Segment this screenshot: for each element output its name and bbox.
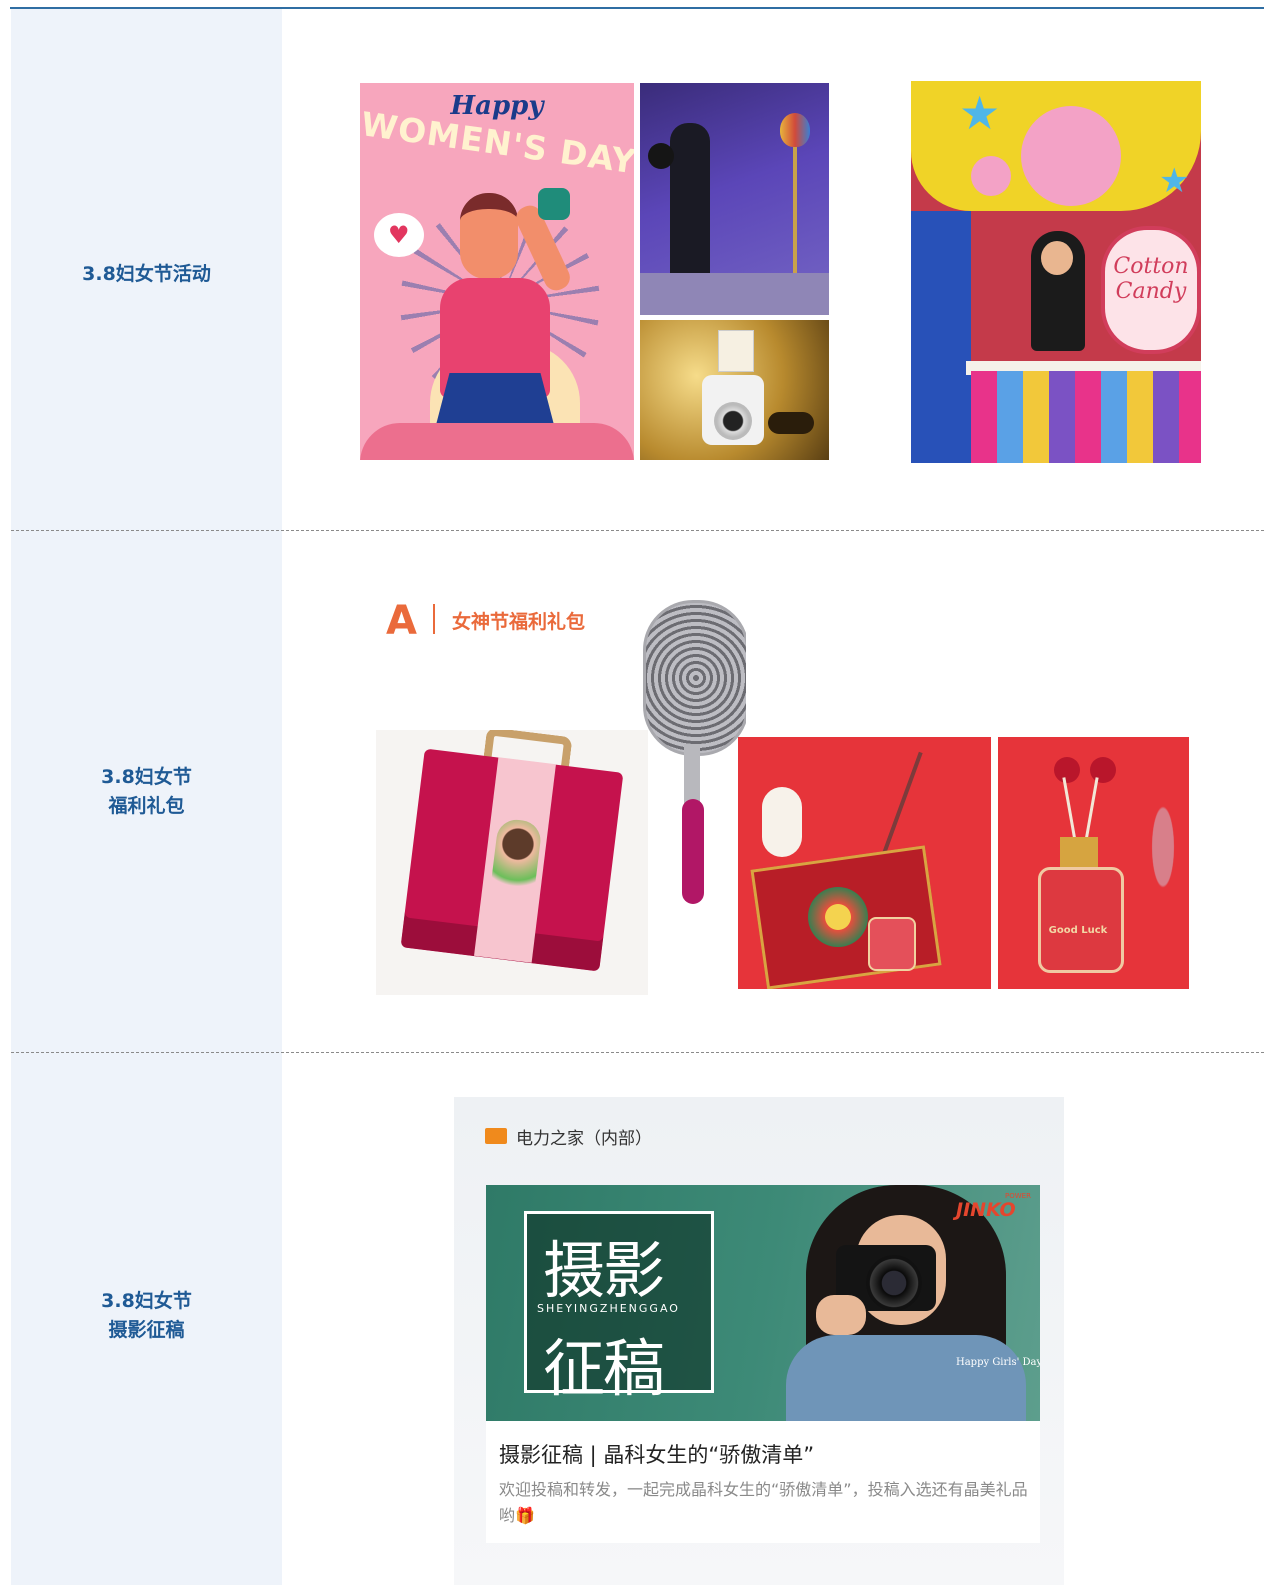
row-label-gift: 3.8妇女节 福利礼包 bbox=[11, 763, 282, 821]
hairbrush-image bbox=[640, 594, 746, 910]
row-label-text: 3.8妇女节 bbox=[101, 766, 192, 788]
gift-header-letter: A bbox=[386, 598, 417, 644]
sunglasses bbox=[768, 412, 814, 434]
flower-pattern bbox=[808, 887, 868, 947]
photographer-hand bbox=[816, 1295, 866, 1335]
bottle-label-text: Good Luck bbox=[1048, 925, 1108, 936]
row-divider bbox=[11, 1052, 1264, 1053]
gift-header-title: 女神节福利礼包 bbox=[452, 611, 586, 633]
brush-handle bbox=[682, 799, 704, 904]
gift-bag-image bbox=[376, 730, 648, 995]
row-divider bbox=[11, 530, 1264, 531]
pompom bbox=[1054, 757, 1080, 783]
pompom bbox=[1090, 757, 1116, 783]
denim-shirt bbox=[786, 1335, 1026, 1421]
row-label-text: 摄影征稿 bbox=[108, 1319, 185, 1341]
star-icon: ★ bbox=[959, 86, 1001, 140]
instant-print bbox=[718, 330, 754, 372]
candy-cloud bbox=[1021, 106, 1121, 206]
sign-text: Cotton Candy bbox=[1113, 254, 1189, 304]
brush-neck bbox=[684, 744, 700, 804]
article-description: 欢迎投稿和转发，一起完成晶科女生的“骄傲清单”，投稿入选还有晶美礼品哟🎁 bbox=[499, 1477, 1029, 1529]
cover-title-line1: 摄影 bbox=[543, 1234, 665, 1307]
row-label-text: 福利礼包 bbox=[108, 795, 185, 817]
gift-box-photo bbox=[738, 737, 991, 989]
cover-title-box: 摄影 SHEYINGZHENGGAO 征稿 bbox=[524, 1211, 714, 1405]
gift-icon: 🎁 bbox=[515, 1506, 535, 1525]
reed-stick bbox=[1084, 777, 1099, 842]
article-cover-image: 摄影 SHEYINGZHENGGAO 征稿 POWER JINKO Happy … bbox=[486, 1185, 1040, 1421]
article-description-text: 欢迎投稿和转发，一起完成晶科女生的“骄傲清单”，投稿入选还有晶美礼品哟 bbox=[499, 1480, 1028, 1525]
row-label-activity: 3.8妇女节活动 bbox=[11, 260, 282, 289]
cover-pinyin: SHEYINGZHENGGAO bbox=[537, 1302, 680, 1315]
cover-title-line2: 征稿 bbox=[543, 1332, 665, 1405]
camera-lens bbox=[714, 402, 752, 440]
article-title[interactable]: 摄影征稿 | 晶科女生的“骄傲清单” bbox=[499, 1439, 814, 1469]
punching-bag bbox=[780, 113, 810, 147]
brand-logo: JINKO bbox=[956, 1199, 1016, 1221]
row-label-text: 3.8妇女节 bbox=[101, 1290, 192, 1312]
gift-header-separator bbox=[433, 604, 435, 634]
diffuser-bottle bbox=[1038, 867, 1124, 973]
cover-caption: Happy Girls' Day bbox=[956, 1357, 1040, 1368]
fragrance-bottle bbox=[868, 917, 916, 971]
floor bbox=[640, 273, 829, 315]
womens-day-poster-image: Happy WOMEN'S DAY ♥ bbox=[360, 83, 634, 460]
reed-stick bbox=[1062, 777, 1077, 842]
boxing-glove bbox=[648, 143, 674, 169]
app-name: 电力之家（内部） bbox=[516, 1129, 652, 1149]
booth-person-face bbox=[1041, 241, 1073, 275]
boxing-photo bbox=[640, 83, 829, 315]
star-icon: ★ bbox=[1159, 161, 1190, 201]
lens-icon bbox=[866, 1255, 922, 1311]
cotton-candy-sign: Cotton Candy bbox=[1101, 226, 1201, 354]
article-info: 摄影征稿 | 晶科女生的“骄傲清单” 欢迎投稿和转发，一起完成晶科女生的“骄傲清… bbox=[486, 1421, 1040, 1543]
booth-wall bbox=[911, 211, 971, 463]
eucalyptus-leaves bbox=[1138, 757, 1188, 937]
bunny-figure bbox=[762, 787, 802, 857]
instant-camera-photo bbox=[640, 320, 829, 460]
hero-head bbox=[460, 193, 518, 279]
brush-head bbox=[643, 600, 746, 756]
poster-ground bbox=[360, 423, 634, 460]
app-logo-icon bbox=[485, 1128, 507, 1144]
heart-icon: ♥ bbox=[388, 221, 410, 249]
fragrance-diffuser-photo: Good Luck bbox=[998, 737, 1189, 989]
row-label-photo: 3.8妇女节 摄影征稿 bbox=[11, 1287, 282, 1345]
candy-counter bbox=[971, 371, 1201, 463]
row-label-text: 3.8妇女节活动 bbox=[82, 263, 211, 285]
hero-fist bbox=[538, 188, 570, 220]
bottle-cap bbox=[1060, 837, 1098, 871]
article-card[interactable]: 电力之家（内部） 摄影 SHEYINGZHENGGAO 征稿 POWER JIN… bbox=[454, 1097, 1064, 1585]
cotton-candy-booth-photo: ★ ★ Cotton Candy bbox=[911, 81, 1201, 463]
candy-cloud bbox=[971, 156, 1011, 196]
